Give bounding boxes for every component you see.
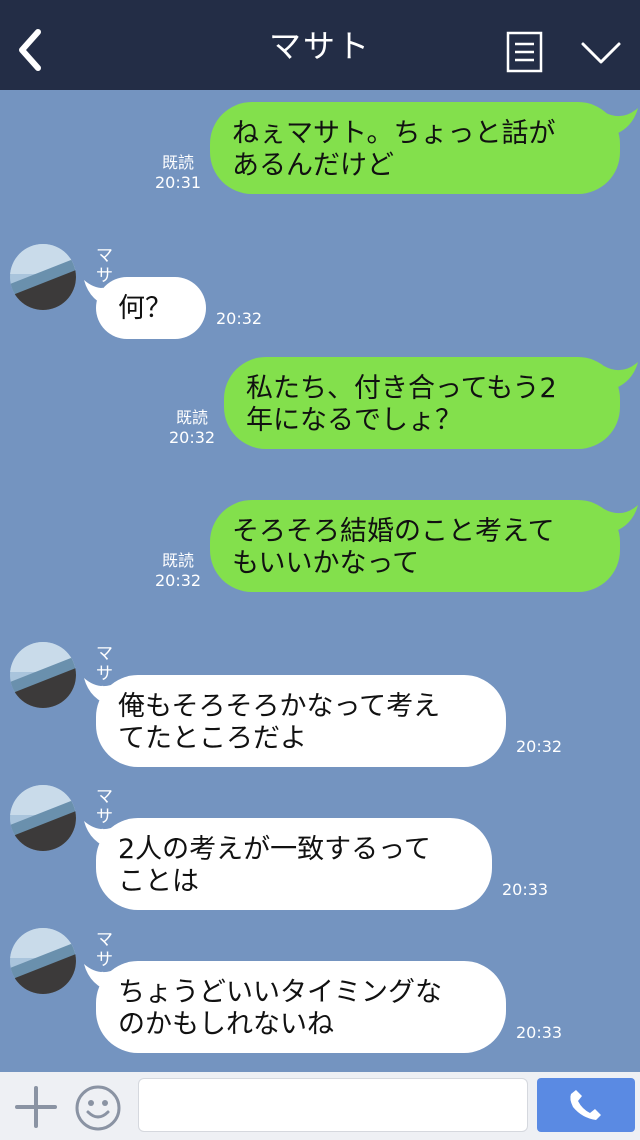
read-receipt: 既読 xyxy=(161,551,194,570)
message-text-line: あるんだけど xyxy=(232,150,394,181)
message-text-line: ことは xyxy=(118,866,199,897)
message-time: 20:33 xyxy=(502,880,549,899)
message-input[interactable] xyxy=(138,1078,528,1132)
message-text-line: 年になるでしょ？ xyxy=(246,405,462,436)
read-receipt: 既読 xyxy=(161,153,194,172)
plus-icon[interactable] xyxy=(14,1085,58,1129)
call-button[interactable] xyxy=(537,1078,635,1132)
avatar-photo xyxy=(10,785,76,851)
message-text-line: 私たち、付き合ってもう2 xyxy=(246,373,557,404)
message-time: 20:32 xyxy=(216,309,263,328)
message-bubble[interactable]: ちょうどいいタイミングな のかもしれないね xyxy=(96,961,506,1053)
message-bubble[interactable]: ねぇマサト。ちょっと話が あるんだけど xyxy=(210,102,620,194)
message-text-line: 俺もそろそろかなって考え xyxy=(118,691,441,722)
message-text-line: のかもしれないね xyxy=(118,1009,334,1040)
avatar-photo xyxy=(10,642,76,708)
avatar[interactable] xyxy=(10,244,76,310)
message-time: 20:32 xyxy=(169,428,216,447)
message-input-bar xyxy=(0,1072,640,1140)
message-time: 20:33 xyxy=(516,1023,563,1042)
message-bubble[interactable]: 何？ xyxy=(96,277,206,339)
phone-icon xyxy=(570,1090,601,1120)
smiley-icon[interactable] xyxy=(74,1084,122,1132)
message-text-line: 何？ xyxy=(118,293,172,324)
message-time: 20:31 xyxy=(155,173,202,192)
message-text-line: ちょうどいいタイミングな xyxy=(118,977,442,1008)
chat-header: マサト xyxy=(0,0,640,90)
avatar[interactable] xyxy=(10,785,76,851)
avatar[interactable] xyxy=(10,928,76,994)
notes-icon[interactable] xyxy=(506,31,543,73)
message-text-line: もいいかなって xyxy=(232,548,420,579)
read-receipt: 既読 xyxy=(175,408,208,427)
avatar-photo xyxy=(10,928,76,994)
message-time: 20:32 xyxy=(516,737,563,756)
avatar[interactable] xyxy=(10,642,76,708)
message-text-line: そろそろ結婚のこと考えて xyxy=(232,516,555,547)
message-bubble[interactable]: 俺もそろそろかなって考え てたところだよ xyxy=(96,675,506,767)
message-time: 20:32 xyxy=(155,571,202,590)
avatar-photo xyxy=(10,244,76,310)
message-bubble[interactable]: 2人の考えが一致するって ことは xyxy=(96,818,492,910)
chevron-down-icon[interactable] xyxy=(580,40,622,66)
message-text-line: てたところだよ xyxy=(118,723,307,754)
message-text-line: 2人の考えが一致するって xyxy=(118,834,431,865)
chat-title: マサト xyxy=(268,27,371,65)
message-text-line: ねぇマサト。ちょっと話が xyxy=(232,118,556,149)
message-bubble[interactable]: 私たち、付き合ってもう2 年になるでしょ？ xyxy=(224,357,620,449)
message-bubble[interactable]: そろそろ結婚のこと考えて もいいかなって xyxy=(210,500,620,592)
